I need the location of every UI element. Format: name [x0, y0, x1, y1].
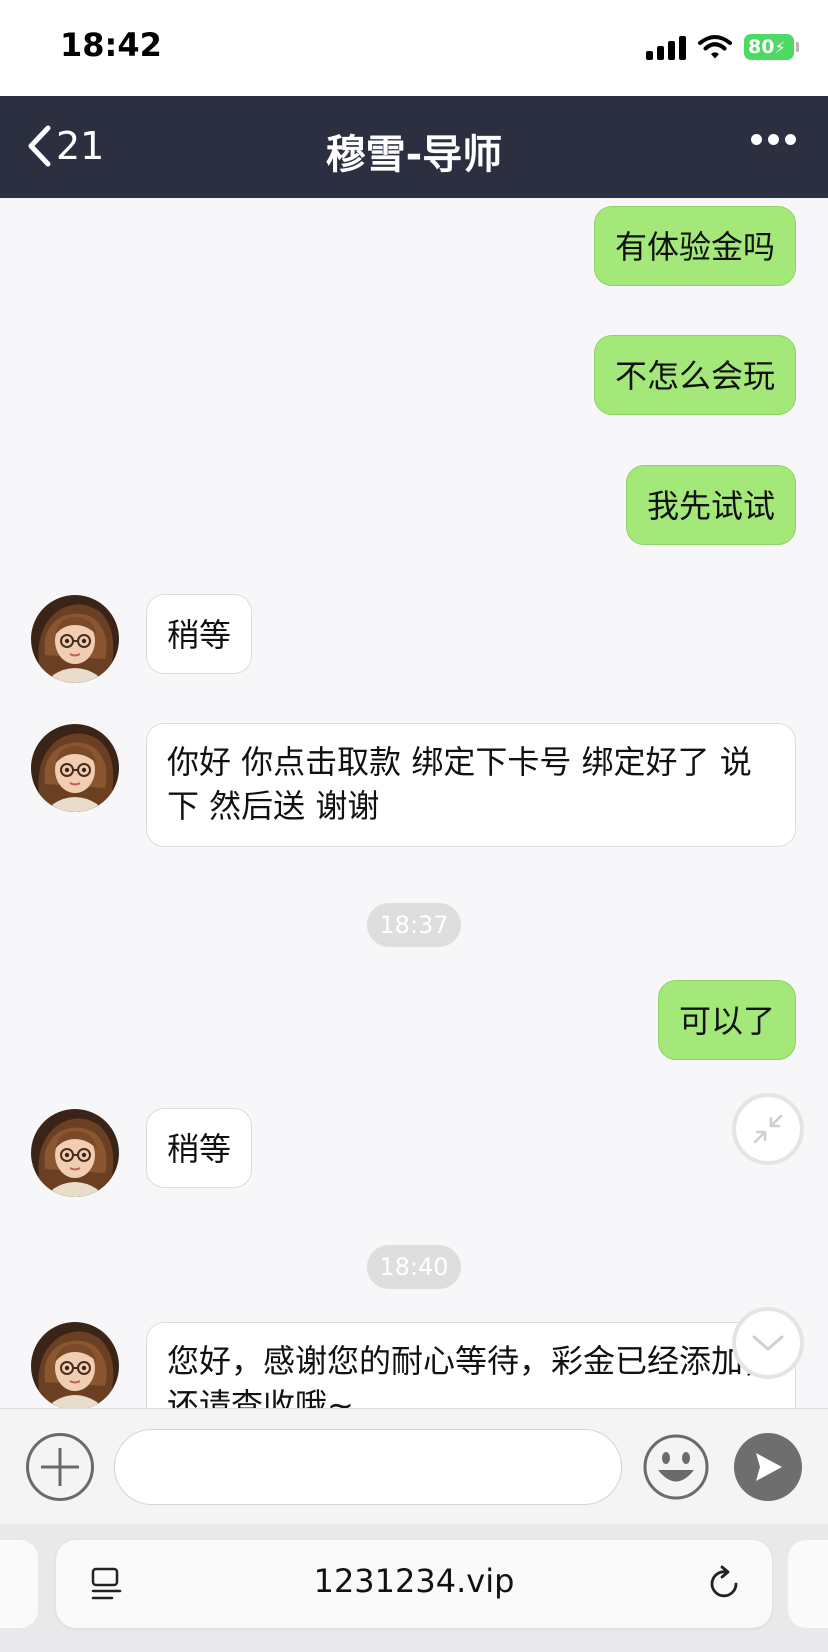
- outgoing-message: 可以了: [657, 980, 796, 1060]
- battery-icon: 80 ⚡: [744, 34, 799, 60]
- emoji-button[interactable]: [642, 1433, 710, 1501]
- more-dot-icon: [768, 134, 779, 145]
- incoming-message: 稍等: [146, 594, 253, 674]
- outgoing-message: 我先试试: [625, 465, 796, 545]
- outgoing-message: 不怎么会玩: [593, 335, 796, 415]
- status-time: 18:42: [60, 26, 162, 64]
- outgoing-message: 有体验金吗: [593, 206, 796, 286]
- battery-level: 80: [748, 36, 775, 58]
- emoji-icon: [643, 1434, 709, 1500]
- send-button[interactable]: [734, 1433, 802, 1501]
- incoming-message: 稍等: [146, 1108, 253, 1188]
- avatar[interactable]: [31, 1109, 119, 1197]
- message-text: 不怎么会玩: [614, 357, 775, 395]
- avatar[interactable]: [31, 724, 119, 812]
- incoming-message: 你好 你点击取款 绑定下卡号 绑定好了 说下 然后送 谢谢: [146, 723, 796, 847]
- reload-icon[interactable]: [706, 1564, 742, 1602]
- more-dot-icon: [751, 134, 762, 145]
- cellular-signal-icon: [646, 34, 686, 60]
- message-input-bar: [0, 1408, 828, 1524]
- message-text: 有体验金吗: [614, 228, 775, 266]
- message-input[interactable]: [114, 1429, 622, 1505]
- wifi-icon: [698, 34, 732, 60]
- collapse-button[interactable]: [732, 1093, 804, 1165]
- url-text: 1231234.vip: [313, 1562, 515, 1600]
- chevron-down-icon: [752, 1335, 784, 1351]
- address-bar[interactable]: 1231234.vip: [56, 1540, 772, 1628]
- message-text: 您好，感谢您的耐心等待，彩金已经添加，还请查收哦~: [167, 1342, 776, 1408]
- browser-toolbar: 1231234.vip: [0, 1524, 828, 1652]
- send-icon: [756, 1453, 782, 1481]
- add-attachment-button[interactable]: [26, 1433, 94, 1501]
- chat-header: 21 穆雪-导师: [0, 96, 828, 198]
- scroll-to-bottom-button[interactable]: [732, 1307, 804, 1379]
- timestamp-divider: 18:37: [367, 903, 461, 947]
- status-icons: 80 ⚡: [646, 34, 799, 60]
- message-text: 稍等: [167, 1130, 232, 1168]
- previous-tab[interactable]: [0, 1540, 38, 1628]
- incoming-message: 您好，感谢您的耐心等待，彩金已经添加，还请查收哦~: [146, 1322, 796, 1408]
- collapse-arrows-icon: [753, 1114, 783, 1144]
- more-dot-icon: [785, 134, 796, 145]
- timestamp-divider: 18:40: [367, 1245, 461, 1289]
- message-text: 可以了: [678, 1002, 775, 1040]
- message-text: 你好 你点击取款 绑定下卡号 绑定好了 说下 然后送 谢谢: [167, 743, 752, 825]
- avatar[interactable]: [31, 595, 119, 683]
- chat-title: 穆雪-导师: [325, 132, 503, 178]
- message-text: 我先试试: [646, 487, 775, 525]
- more-options-button[interactable]: [751, 134, 796, 145]
- message-text: 稍等: [167, 616, 232, 654]
- chat-messages: 有体验金吗 不怎么会玩 我先试试 稍等 你好 你点击取款 绑定下卡号 绑定好了 …: [0, 198, 828, 1408]
- next-tab[interactable]: [788, 1540, 828, 1628]
- avatar[interactable]: [31, 1322, 119, 1408]
- status-bar: 18:42 80 ⚡: [0, 0, 828, 96]
